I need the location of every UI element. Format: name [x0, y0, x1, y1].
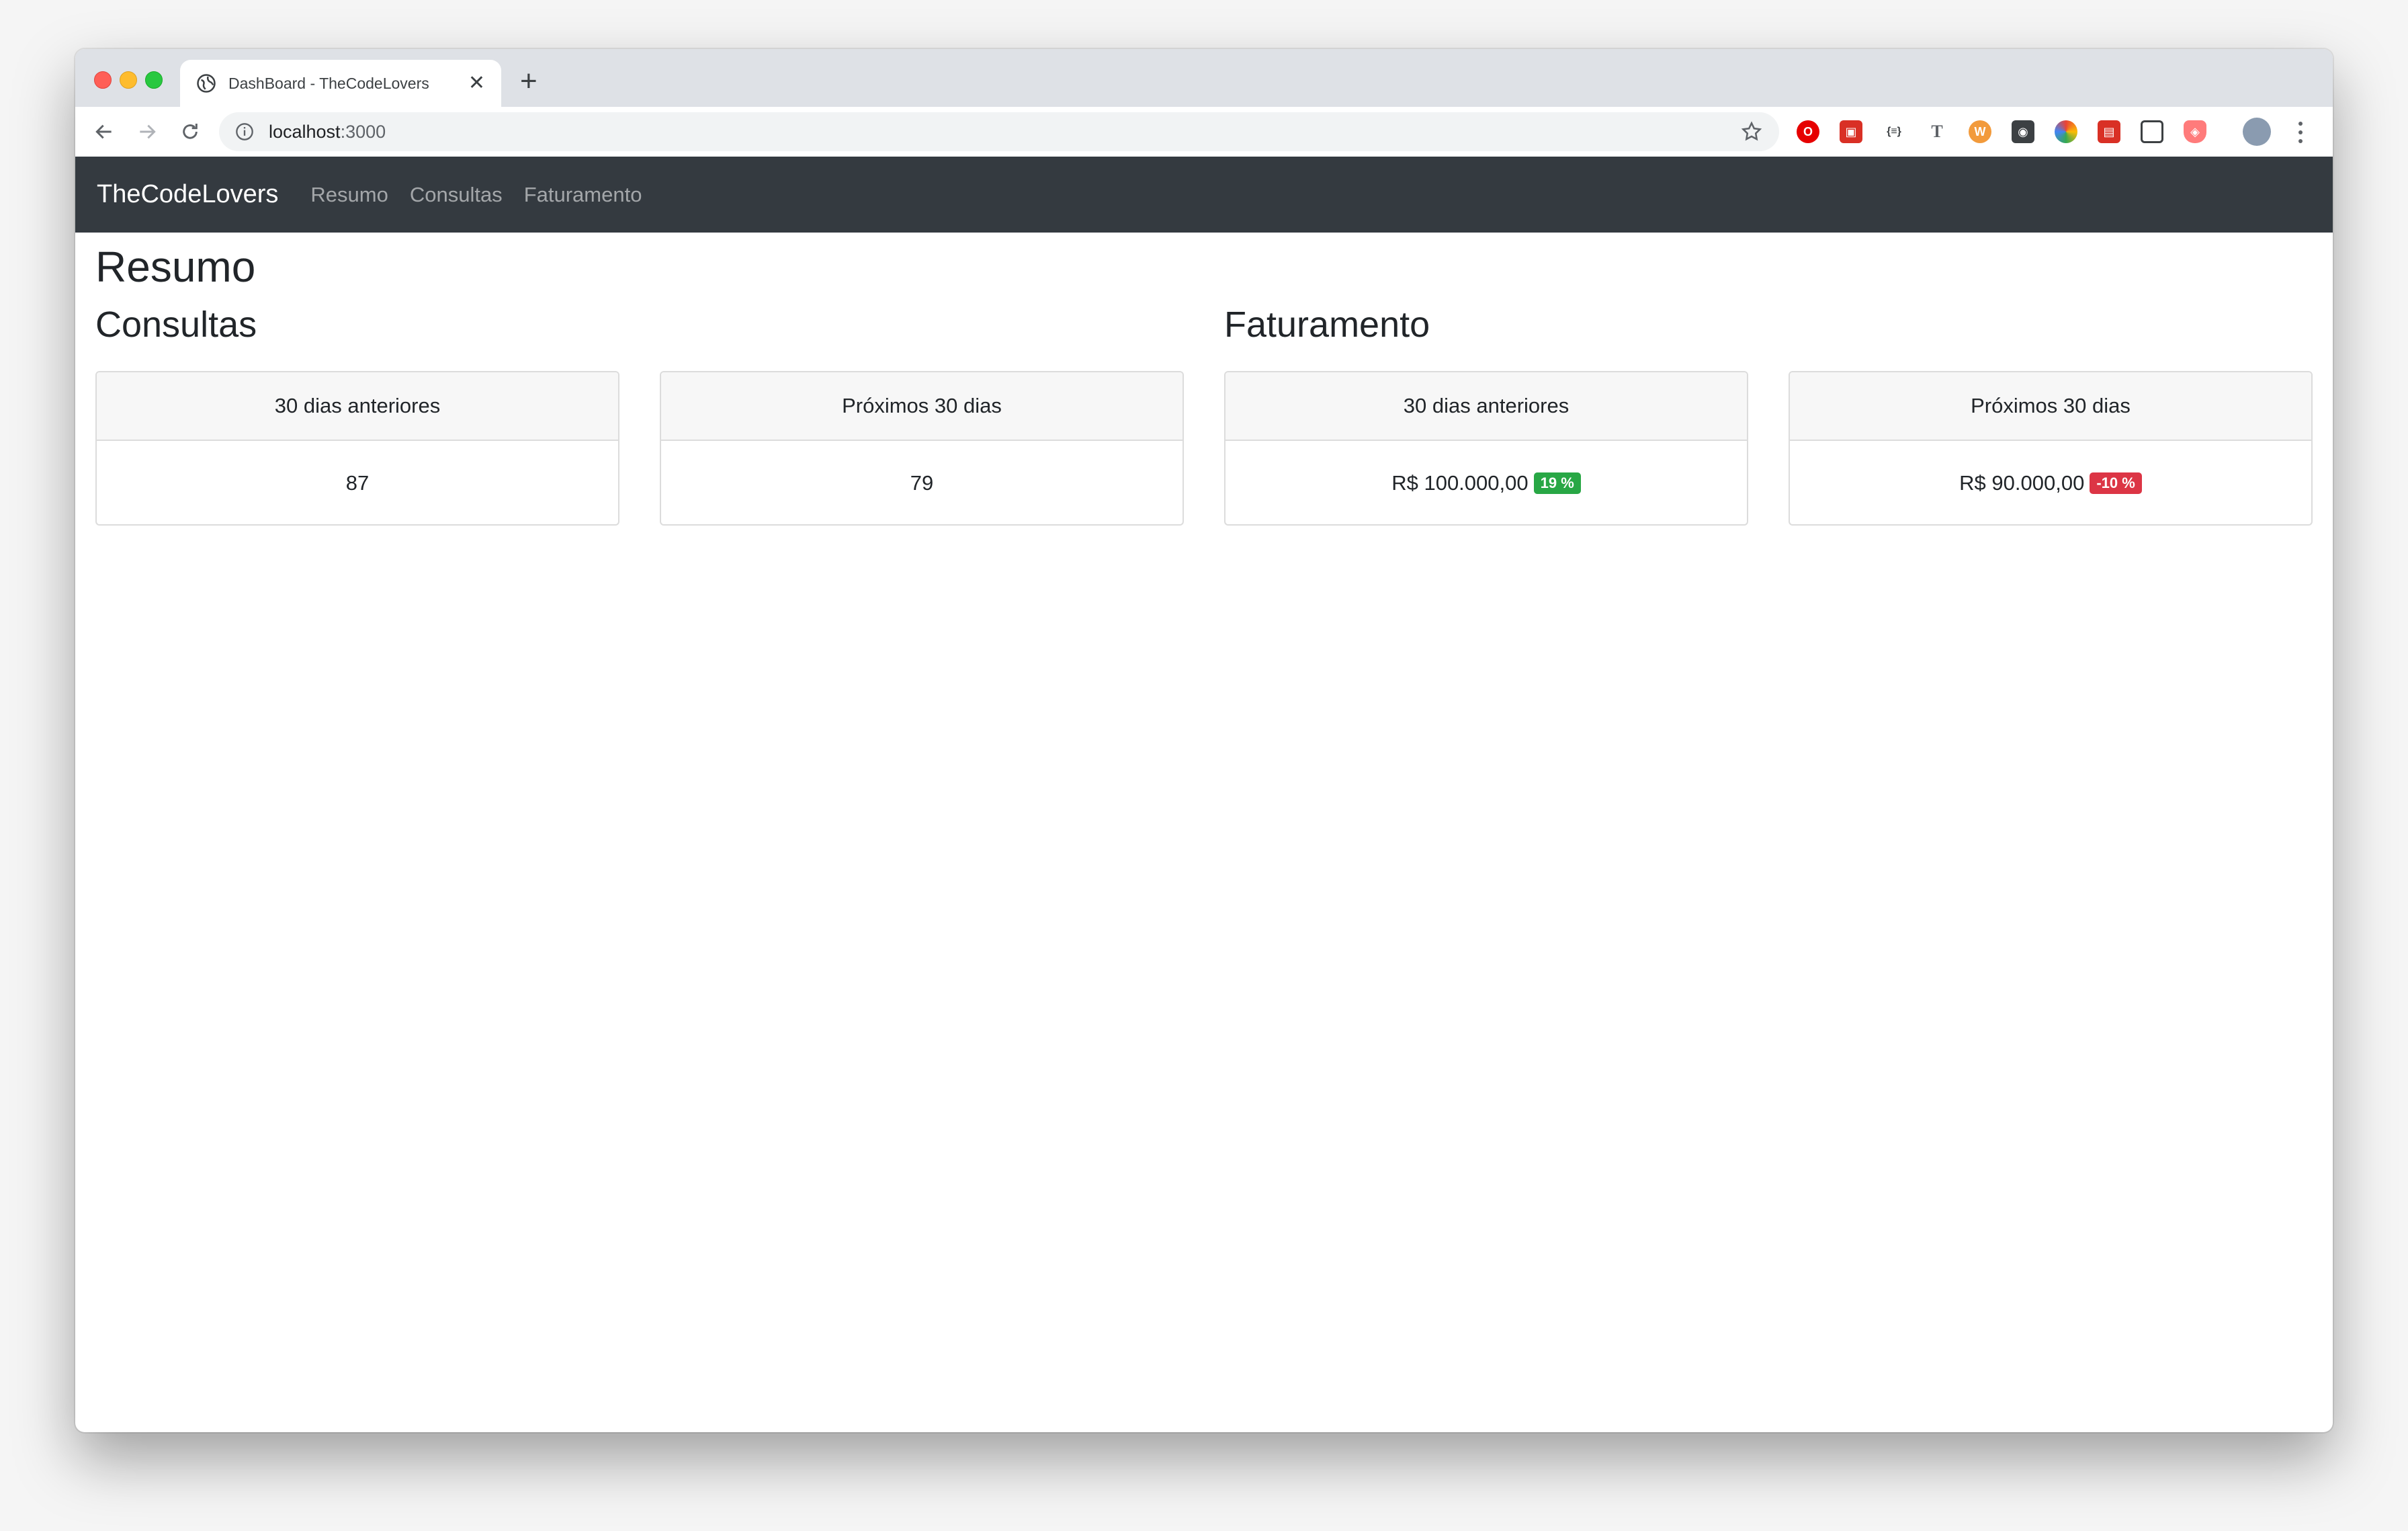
- faturamento-heading: Faturamento: [1224, 304, 1430, 345]
- card-value: 79: [910, 471, 934, 495]
- font-icon[interactable]: T: [1926, 120, 1948, 143]
- screenshot-icon[interactable]: [2141, 120, 2163, 143]
- nav-link-consultas[interactable]: Consultas: [410, 183, 503, 207]
- shield-icon[interactable]: ◈: [2184, 120, 2206, 143]
- toolbox-icon[interactable]: ▤: [2098, 120, 2120, 143]
- close-tab-icon[interactable]: ✕: [468, 73, 485, 93]
- url-port: :3000: [340, 121, 386, 142]
- card-header: 30 dias anteriores: [1226, 372, 1747, 441]
- wordpress-icon[interactable]: W: [1969, 120, 1991, 143]
- browser-window: DashBoard - TheCodeLovers ✕ + localhost:…: [75, 49, 2333, 1432]
- tab-strip: DashBoard - TheCodeLovers ✕ +: [75, 49, 2333, 107]
- close-window-button[interactable]: [94, 71, 112, 89]
- faturamento-next-card: Próximos 30 dias R$ 90.000,00 -10 %: [1789, 371, 2313, 526]
- app-navbar: TheCodeLovers Resumo Consultas Faturamen…: [75, 157, 2333, 233]
- maximize-window-button[interactable]: [145, 71, 163, 89]
- card-body: R$ 100.000,00 19 %: [1226, 441, 1747, 524]
- browser-tab[interactable]: DashBoard - TheCodeLovers ✕: [180, 60, 501, 107]
- reload-icon: [183, 124, 198, 139]
- nav-link-faturamento[interactable]: Faturamento: [524, 183, 642, 207]
- nav-link-resumo[interactable]: Resumo: [310, 183, 388, 207]
- browser-menu-icon[interactable]: [2294, 119, 2307, 146]
- globe-icon: [197, 74, 216, 93]
- opera-icon[interactable]: O: [1797, 120, 1819, 143]
- consultas-previous-card: 30 dias anteriores 87: [95, 371, 619, 526]
- url-host: localhost: [269, 121, 341, 142]
- card-header: Próximos 30 dias: [661, 372, 1182, 441]
- card-header: 30 dias anteriores: [97, 372, 618, 441]
- faturamento-previous-card: 30 dias anteriores R$ 100.000,00 19 %: [1224, 371, 1748, 526]
- navbar-brand[interactable]: TheCodeLovers: [97, 180, 278, 209]
- info-icon[interactable]: [235, 122, 254, 141]
- bookmark-star-icon[interactable]: [1740, 120, 1763, 143]
- lighthouse-icon[interactable]: ◉: [2012, 120, 2034, 143]
- address-bar[interactable]: localhost:3000: [219, 112, 1779, 151]
- consultas-heading: Consultas: [95, 304, 257, 345]
- card-value: R$ 90.000,00: [1959, 471, 2085, 495]
- color-wheel-icon[interactable]: [2055, 120, 2077, 143]
- tab-title: DashBoard - TheCodeLovers: [228, 74, 429, 92]
- growth-badge: 19 %: [1533, 472, 1581, 494]
- url-text: localhost:3000: [269, 122, 1740, 142]
- page-title: Resumo: [95, 243, 256, 291]
- back-button[interactable]: [87, 115, 121, 149]
- profile-avatar[interactable]: [2243, 118, 2271, 146]
- arrow-left-icon: [95, 124, 112, 139]
- puzzle-icon[interactable]: ▣: [1840, 120, 1862, 143]
- new-tab-button[interactable]: +: [520, 67, 538, 96]
- card-value: R$ 100.000,00: [1391, 471, 1529, 495]
- card-header: Próximos 30 dias: [1790, 372, 2311, 441]
- consultas-next-card: Próximos 30 dias 79: [660, 371, 1184, 526]
- card-body: R$ 90.000,00 -10 %: [1790, 441, 2311, 524]
- card-value: 87: [345, 471, 370, 495]
- forward-button[interactable]: [130, 115, 164, 149]
- arrow-right-icon: [140, 124, 156, 139]
- extensions-bar: O ▣ {≡} T W ◉ ▤ ◈: [1797, 118, 2227, 145]
- browser-toolbar: localhost:3000 O ▣ {≡} T W ◉ ▤ ◈: [75, 107, 2333, 157]
- reload-button[interactable]: [173, 115, 207, 149]
- decline-badge: -10 %: [2090, 472, 2142, 494]
- minimize-window-button[interactable]: [120, 71, 137, 89]
- json-icon[interactable]: {≡}: [1883, 120, 1905, 143]
